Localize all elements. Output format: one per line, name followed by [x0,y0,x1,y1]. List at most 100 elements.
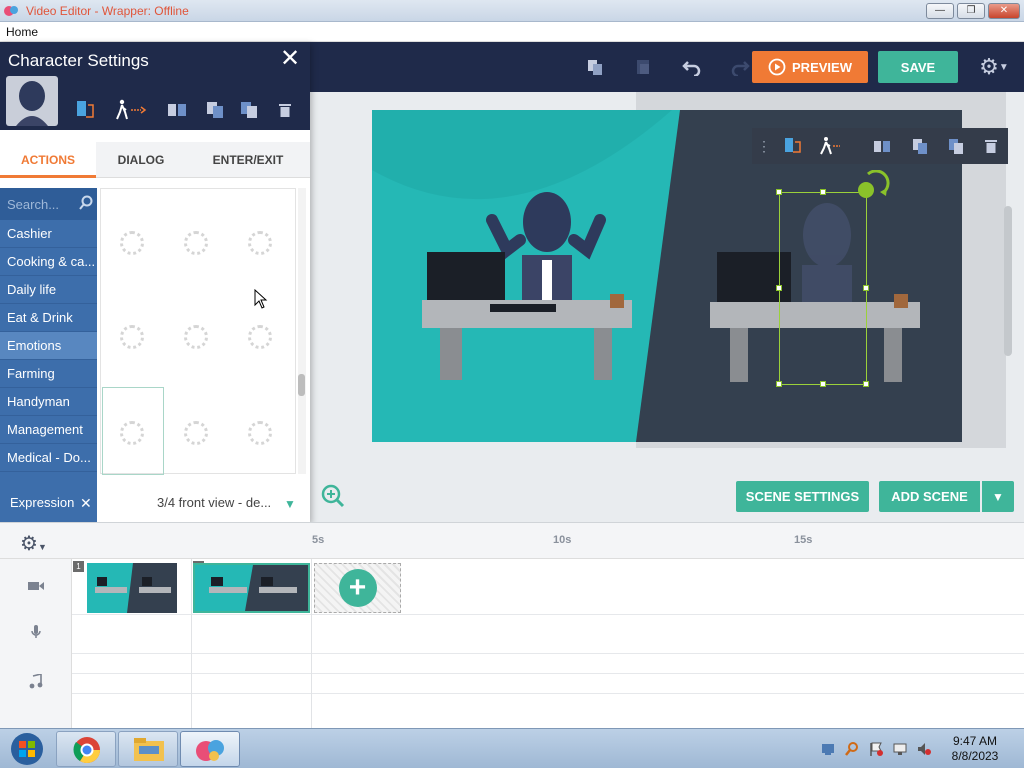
plus-icon[interactable]: + [338,569,377,607]
clock-date: 8/8/2023 [951,749,999,763]
track-divider [72,693,1024,694]
taskbar-chrome-icon[interactable] [56,731,116,767]
search-input[interactable]: Search... [7,197,59,212]
panel-header: Character Settings ✕ [0,42,310,130]
menu-home[interactable]: Home [6,25,38,39]
character-floating-toolbar: ⋮ [752,128,1008,164]
scene-thumbnail-1[interactable] [87,563,177,613]
trash-icon[interactable] [979,134,1003,158]
category-item-cooking[interactable]: Cooking & ca... [0,248,97,276]
loading-spinner-icon[interactable] [120,421,144,445]
grid-scrollbar-thumb[interactable] [298,374,305,396]
swap-character-icon[interactable] [780,134,804,158]
close-window-button[interactable]: ✕ [988,3,1020,19]
loading-spinner-icon[interactable] [184,325,208,349]
paste-icon[interactable] [944,134,968,158]
track-divider [72,673,1024,674]
timeline: ⚙▼ 5s 10s 15s 1 2 + [0,522,1024,729]
panel-title: Character Settings [8,51,149,70]
resize-handle[interactable] [820,381,826,387]
track-gridline [311,559,312,729]
redo-icon[interactable] [728,55,752,79]
loading-spinner-icon[interactable] [184,421,208,445]
resize-handle[interactable] [776,189,782,195]
search-box[interactable]: Search... [0,188,97,220]
clear-expression-icon[interactable]: ✕ [80,484,92,522]
tab-actions[interactable]: ACTIONS [0,142,96,178]
track-divider [72,653,1024,654]
walk-action-icon[interactable] [114,98,148,122]
category-item-emotions[interactable]: Emotions [0,332,97,360]
resize-handle[interactable] [863,285,869,291]
loading-spinner-icon[interactable] [248,231,272,255]
tray-volume-muted-icon[interactable] [916,741,932,757]
stage-scrollbar[interactable] [1004,206,1012,356]
system-clock[interactable]: 9:47 AM 8/8/2023 [940,734,1010,764]
close-panel-icon[interactable]: ✕ [280,47,300,71]
scene-thumbnail-2[interactable] [193,563,310,613]
window-titlebar: Video Editor - Wrapper: Offline — ❐ ✕ [0,0,1024,22]
search-icon[interactable] [78,195,94,211]
preview-button[interactable]: PREVIEW [752,51,868,83]
character-thumbnail[interactable] [6,76,58,126]
save-button[interactable]: SAVE [878,51,958,83]
taskbar-wrapper-app-icon[interactable] [180,731,240,767]
settings-gear-icon[interactable]: ⚙ ▼ [976,54,1012,80]
menubar: Home [0,22,1024,42]
left-monitor [427,252,505,302]
tray-search-icon[interactable] [844,741,860,757]
loading-spinner-icon[interactable] [248,421,272,445]
category-item-handyman[interactable]: Handyman [0,388,97,416]
paste-icon[interactable] [237,98,261,122]
loading-spinner-icon[interactable] [120,231,144,255]
start-button-icon[interactable] [2,730,52,768]
tab-dialog[interactable]: DIALOG [97,142,185,178]
resize-handle[interactable] [863,381,869,387]
category-item-cashier[interactable]: Cashier [0,220,97,248]
taskbar-explorer-icon[interactable] [118,731,178,767]
maximize-button[interactable]: ❐ [957,3,985,19]
category-item-medical[interactable]: Medical - Do... [0,444,97,472]
grid-scrollbar-track[interactable] [298,188,306,474]
category-item-eat-drink[interactable]: Eat & Drink [0,304,97,332]
swap-character-icon[interactable] [73,98,97,122]
selection-bounding-box[interactable] [779,192,867,385]
resize-handle[interactable] [820,189,826,195]
add-scene-dropdown-icon[interactable]: ▼ [982,481,1014,512]
timeline-ruler[interactable]: ⚙▼ 5s 10s 15s [0,523,1024,559]
copy-icon[interactable] [583,55,607,79]
tray-network-icon[interactable] [820,741,836,757]
trash-icon[interactable] [273,98,297,122]
copy-icon[interactable] [908,134,932,158]
add-scene-button[interactable]: ADD SCENE [879,481,980,512]
walk-action-icon[interactable] [818,134,842,158]
undo-icon[interactable] [680,55,704,79]
timeline-settings-gear-icon[interactable]: ⚙▼ [20,531,47,556]
microphone-icon [31,625,41,638]
resize-handle[interactable] [776,381,782,387]
category-item-daily-life[interactable]: Daily life [0,276,97,304]
loading-spinner-icon[interactable] [248,325,272,349]
tab-enter-exit[interactable]: ENTER/EXIT [186,142,310,178]
drag-handle-icon[interactable]: ⋮ [752,134,776,158]
loading-spinner-icon[interactable] [184,231,208,255]
category-item-farming[interactable]: Farming [0,360,97,388]
tray-display-icon[interactable] [892,741,908,757]
copy-icon[interactable] [203,98,227,122]
minimize-button[interactable]: — [926,3,954,19]
scene-settings-button[interactable]: SCENE SETTINGS [736,481,869,512]
expression-select[interactable]: 3/4 front view - de... [157,484,271,522]
flip-icon[interactable] [165,98,189,122]
flip-icon[interactable] [870,134,894,158]
loading-spinner-icon[interactable] [120,325,144,349]
paste-icon[interactable] [631,55,655,79]
category-item-management[interactable]: Management [0,416,97,444]
action-grid [100,188,296,475]
chevron-down-icon[interactable]: ▼ [284,497,296,511]
add-scene-slot[interactable]: + [314,563,401,613]
character-settings-panel: Character Settings ✕ ACTIONS DIALOG ENTE… [0,42,310,522]
tray-flag-icon[interactable] [868,741,884,757]
resize-handle[interactable] [776,285,782,291]
music-note-icon [29,674,43,689]
zoom-in-icon[interactable] [321,484,345,508]
